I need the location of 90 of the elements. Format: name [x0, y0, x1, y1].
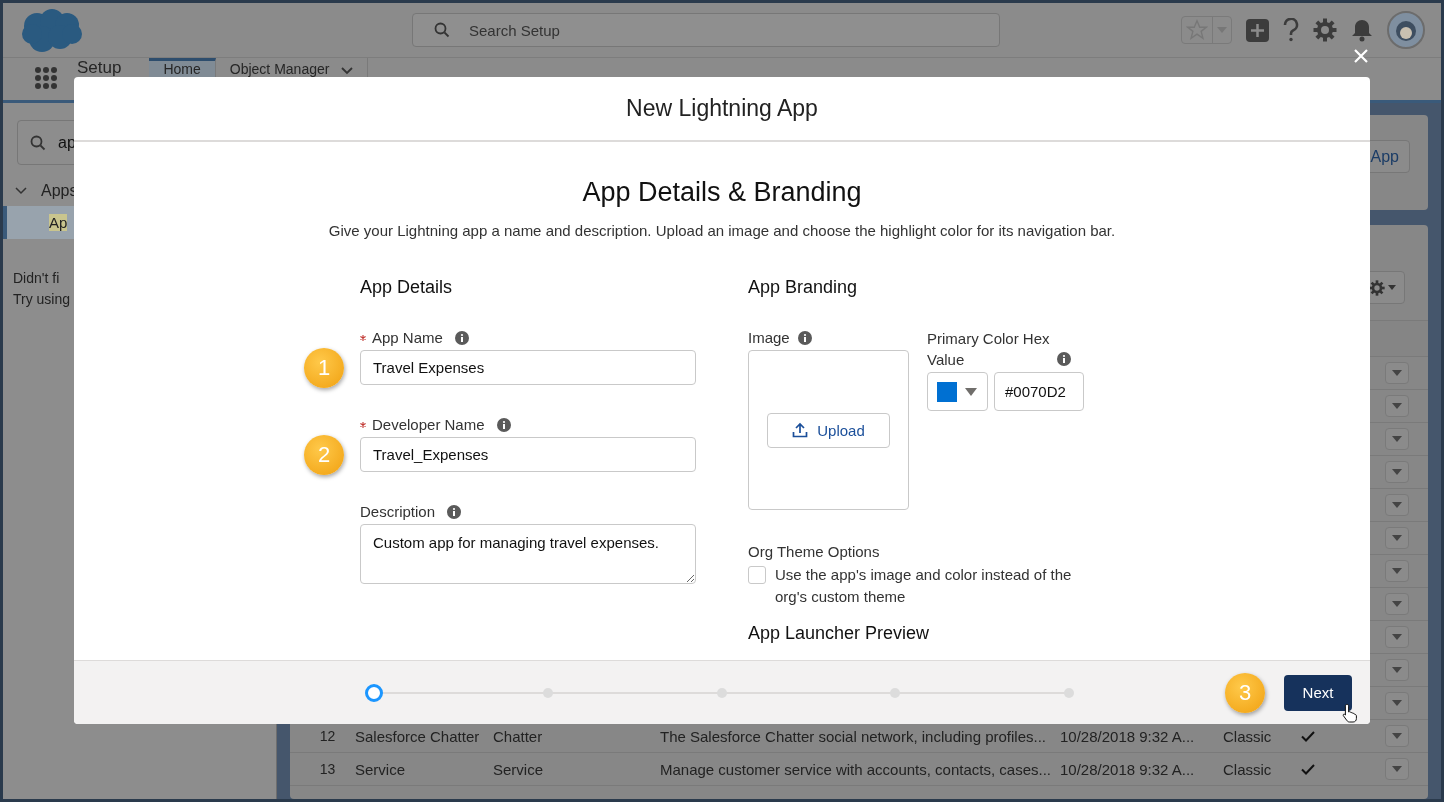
section-title: App Branding — [748, 276, 859, 298]
caret-down-icon — [1391, 699, 1403, 707]
app-launcher-icon[interactable] — [34, 66, 58, 90]
field-label: Primary Color Hex Value — [927, 329, 1051, 370]
help-icon[interactable] — [1283, 18, 1299, 42]
step-number-badge: 1 — [304, 347, 344, 388]
hint-text: Try using — [13, 290, 72, 309]
section-title: App Launcher Preview — [748, 622, 931, 644]
caret-down-icon — [1391, 732, 1403, 740]
info-icon[interactable] — [454, 331, 469, 345]
field-label: Developer Name — [372, 416, 485, 434]
table-cell-text: Classic — [1223, 727, 1273, 745]
caret-down-icon — [1391, 468, 1403, 476]
text-field[interactable]: Travel_Expenses — [360, 437, 696, 472]
checkbox[interactable] — [748, 566, 766, 584]
upload-button[interactable]: Upload — [767, 412, 890, 448]
hex-color-field[interactable]: #0070D2 — [994, 372, 1084, 411]
caret-down-icon — [1391, 534, 1403, 542]
asterisk-icon — [360, 335, 366, 341]
field-label: App Name — [372, 329, 443, 347]
caret-down-icon — [1387, 285, 1396, 290]
row-menu-button[interactable] — [1385, 659, 1409, 681]
info-icon[interactable] — [797, 331, 812, 345]
row-menu-button[interactable] — [1385, 527, 1409, 549]
caret-down-icon — [1391, 501, 1403, 509]
caret-down-icon — [965, 387, 977, 396]
search-field[interactable]: Search Setup — [412, 13, 1000, 47]
caret-down-icon — [1391, 369, 1403, 377]
table-cell-text: Classic — [1223, 760, 1273, 778]
table-cell-text: 10/28/2018 9:32 A... — [1060, 760, 1196, 778]
row-menu-button[interactable] — [1385, 725, 1409, 747]
app-name: Setup — [77, 59, 122, 77]
color-swatch — [937, 381, 957, 402]
chevron-down-icon — [341, 67, 354, 75]
pointer-cursor-icon — [1342, 702, 1358, 723]
table-cell-text: The Salesforce Chatter social network, including profiles... — [660, 727, 1047, 745]
table-cell-text: 10/28/2018 9:32 A... — [1060, 727, 1196, 745]
table-cell-text: Chatter — [493, 727, 544, 745]
caret-down-icon — [1391, 765, 1403, 773]
caret-down-icon — [1391, 600, 1403, 608]
row-menu-button[interactable] — [1385, 626, 1409, 648]
step-number-badge: 2 — [304, 434, 344, 475]
row-menu-button[interactable] — [1385, 758, 1409, 780]
caret-down-icon — [1391, 567, 1403, 575]
row-menu-button[interactable] — [1385, 560, 1409, 582]
table-cell-text: Service — [493, 760, 545, 778]
color-picker-button[interactable] — [927, 372, 988, 411]
table-cell-text: Salesforce Chatter — [355, 727, 481, 745]
description-field[interactable]: Custom app for managing travel expenses. — [360, 524, 696, 584]
field-label: Org Theme Options — [748, 543, 881, 560]
table-cell-text: Service — [355, 760, 407, 778]
avatar[interactable] — [1387, 11, 1425, 49]
row-menu-button[interactable] — [1385, 395, 1409, 417]
field-label: Image — [748, 329, 790, 347]
info-icon[interactable] — [1057, 352, 1071, 366]
modal-title: New Lightning App — [626, 95, 818, 122]
field-label: Description — [360, 503, 436, 521]
caret-down-icon — [1391, 666, 1403, 674]
step-number-badge: 3 — [1225, 672, 1265, 713]
hint-text: Didn't fi — [13, 269, 61, 288]
cloud-logo — [20, 7, 84, 53]
row-number: 13 — [318, 761, 337, 777]
checkbox-label: Use the app's image and color instead of the org's custom theme — [775, 565, 1073, 607]
upload-icon — [792, 422, 809, 438]
section-title: App Details — [360, 276, 454, 298]
next-button[interactable]: Next — [1284, 674, 1352, 711]
bell-icon[interactable] — [1351, 18, 1373, 42]
search-icon — [434, 22, 450, 38]
info-icon[interactable] — [496, 418, 511, 432]
plus-icon[interactable] — [1246, 18, 1269, 42]
row-menu-button[interactable] — [1385, 593, 1409, 615]
caret-down-icon — [1391, 435, 1403, 443]
settings-icon[interactable] — [1313, 18, 1337, 42]
row-menu-button[interactable] — [1385, 362, 1409, 384]
search-icon — [30, 134, 46, 151]
row-number: 12 — [318, 728, 337, 744]
description-text: Give your Lightning app a name and description. Upload an image and choose the highlight color for its navigation bar. — [328, 222, 1116, 239]
row-menu-button[interactable] — [1385, 692, 1409, 714]
progress-step[interactable] — [365, 683, 383, 702]
table-cell-text: Manage customer service with accounts, contacts, cases... — [660, 760, 1052, 778]
info-icon[interactable] — [447, 505, 462, 519]
caret-down-icon — [1391, 402, 1403, 410]
close-icon[interactable] — [1353, 48, 1369, 64]
row-menu-button[interactable] — [1385, 461, 1409, 483]
section-heading: App Details & Branding — [582, 176, 862, 208]
row-menu-button[interactable] — [1385, 428, 1409, 450]
row-menu-button[interactable] — [1385, 494, 1409, 516]
text-field[interactable]: Travel Expenses — [360, 350, 696, 385]
asterisk-icon — [360, 422, 366, 428]
caret-down-icon — [1391, 633, 1403, 641]
